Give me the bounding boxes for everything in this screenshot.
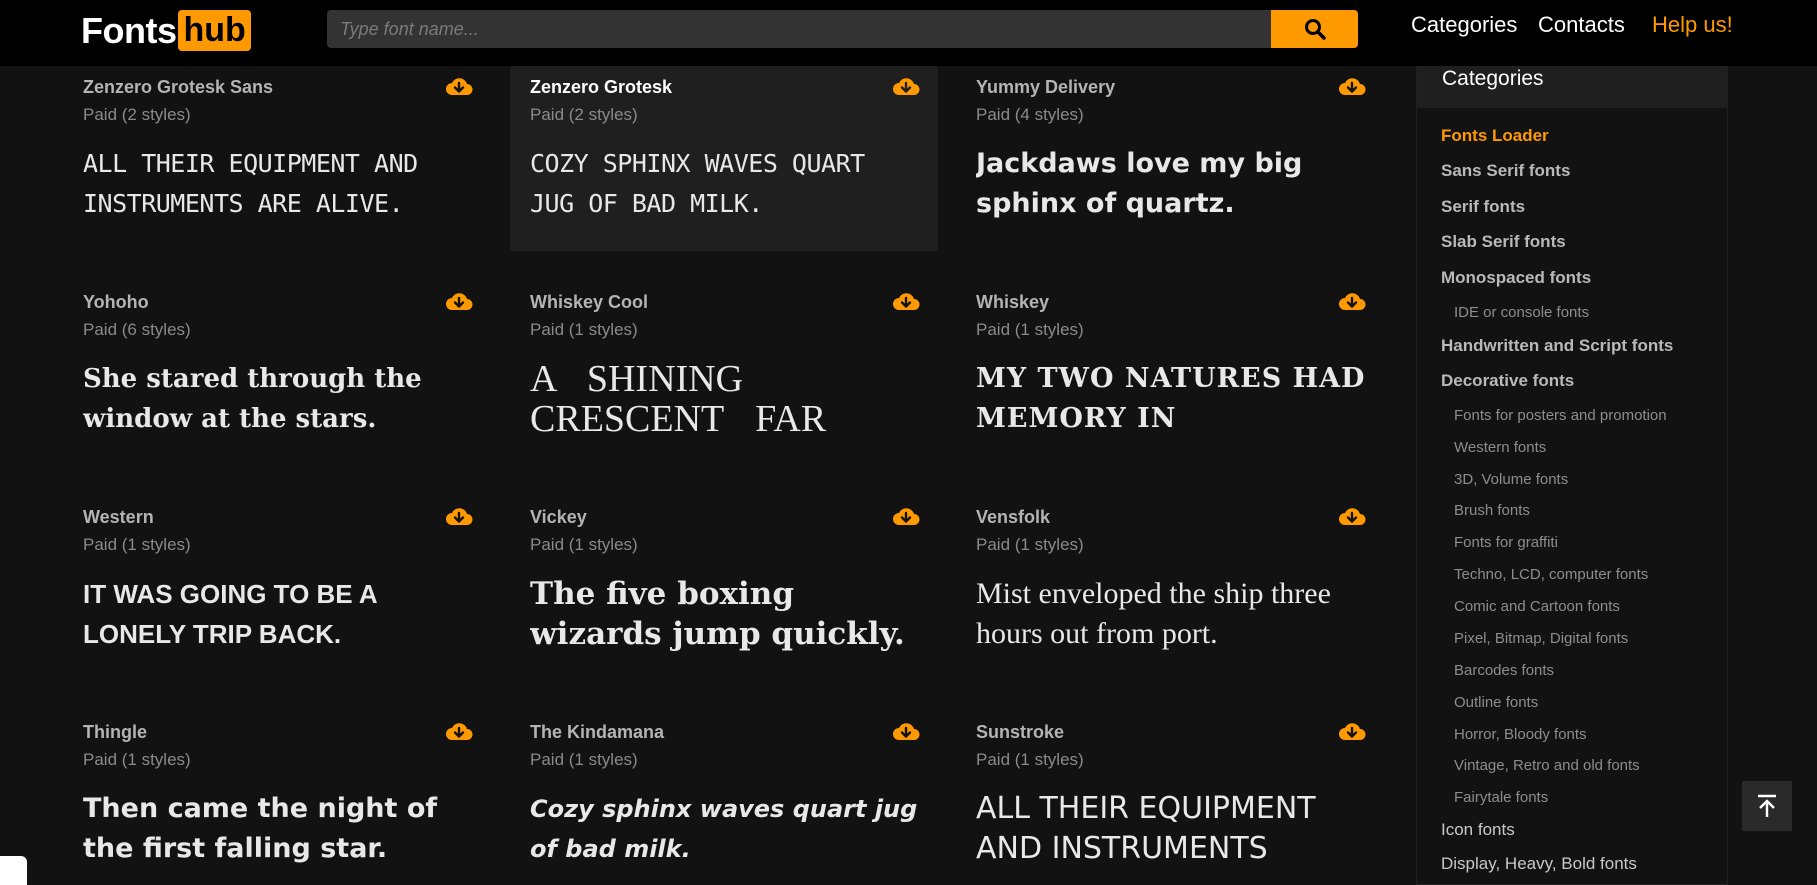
- font-meta: Paid (6 styles): [83, 320, 191, 339]
- category-fairytale[interactable]: Fairytale fonts: [1454, 789, 1548, 806]
- font-meta: Paid (1 styles): [530, 750, 638, 769]
- category-display-heavy-bold[interactable]: Display, Heavy, Bold fonts: [1441, 854, 1637, 874]
- category-icon-fonts[interactable]: Icon fonts: [1441, 820, 1515, 840]
- category-monospaced[interactable]: Monospaced fonts: [1441, 268, 1591, 288]
- font-preview: ALL THEIR EQUIPMENT AND INSTRUMENTS: [976, 791, 1316, 866]
- font-name[interactable]: Vensfolk: [976, 507, 1050, 528]
- font-card[interactable]: Zenzero Grotesk Sans Paid (2 styles) ALL…: [63, 66, 491, 254]
- cloud-download-icon[interactable]: [892, 506, 920, 528]
- font-meta: Paid (1 styles): [976, 535, 1084, 554]
- category-outline[interactable]: Outline fonts: [1454, 694, 1538, 711]
- font-preview: Mist enveloped the ship three hours out …: [976, 577, 1331, 650]
- font-name[interactable]: Zenzero Grotesk Sans: [83, 77, 273, 98]
- font-name[interactable]: Zenzero Grotesk: [530, 77, 672, 98]
- font-meta: Paid (2 styles): [530, 105, 638, 124]
- cloud-download-icon[interactable]: [445, 76, 473, 98]
- font-preview: Then came the night of the first falling…: [83, 793, 438, 864]
- cloud-download-icon[interactable]: [892, 721, 920, 743]
- font-meta: Paid (1 styles): [530, 320, 638, 339]
- font-card[interactable]: Thingle Paid (1 styles) Then came the ni…: [63, 711, 491, 885]
- font-name[interactable]: Thingle: [83, 722, 147, 743]
- top-header: Fonts hub Categories Contacts Help us!: [0, 0, 1817, 66]
- font-name[interactable]: Yummy Delivery: [976, 77, 1115, 98]
- arrow-up-to-top-icon: [1758, 794, 1776, 817]
- font-preview: She stared through the window at the sta…: [83, 364, 422, 434]
- category-handwritten-script[interactable]: Handwritten and Script fonts: [1441, 336, 1673, 356]
- font-preview: MY TWO NATURES HAD MEMORY IN: [976, 363, 1366, 434]
- font-name[interactable]: The Kindamana: [530, 722, 664, 743]
- nav-help-us[interactable]: Help us!: [1652, 12, 1733, 38]
- category-barcodes[interactable]: Barcodes fonts: [1454, 662, 1554, 679]
- font-card[interactable]: Yummy Delivery Paid (4 styles) Jackdaws …: [956, 66, 1384, 254]
- font-card[interactable]: Sunstroke Paid (1 styles) ALL THEIR EQUI…: [956, 711, 1384, 885]
- font-meta: Paid (1 styles): [83, 535, 191, 554]
- cloud-download-icon[interactable]: [1338, 291, 1366, 313]
- font-meta: Paid (1 styles): [976, 320, 1084, 339]
- font-preview: IT WAS GOING TO BE A LONELY TRIP BACK.: [83, 579, 377, 649]
- font-name[interactable]: Whiskey Cool: [530, 292, 648, 313]
- font-meta: Paid (1 styles): [83, 750, 191, 769]
- sidebar-title: Categories: [1417, 66, 1727, 108]
- font-card[interactable]: Whiskey Paid (1 styles) MY TWO NATURES H…: [956, 281, 1384, 469]
- category-serif[interactable]: Serif fonts: [1441, 197, 1525, 217]
- nav-categories[interactable]: Categories: [1411, 12, 1517, 38]
- cloud-download-icon[interactable]: [892, 291, 920, 313]
- category-graffiti[interactable]: Fonts for graffiti: [1454, 534, 1558, 551]
- font-name[interactable]: Sunstroke: [976, 722, 1064, 743]
- font-meta: Paid (1 styles): [530, 535, 638, 554]
- category-sans-serif[interactable]: Sans Serif fonts: [1441, 161, 1570, 181]
- category-horror-bloody[interactable]: Horror, Bloody fonts: [1454, 726, 1587, 743]
- cloud-download-icon[interactable]: [1338, 721, 1366, 743]
- cloud-download-icon[interactable]: [1338, 76, 1366, 98]
- category-posters-promotion[interactable]: Fonts for posters and promotion: [1454, 407, 1667, 424]
- font-meta: Paid (4 styles): [976, 105, 1084, 124]
- font-preview: Jackdaws love my big sphinx of quartz.: [976, 148, 1303, 219]
- font-name[interactable]: Whiskey: [976, 292, 1049, 313]
- category-3d-volume[interactable]: 3D, Volume fonts: [1454, 471, 1568, 488]
- category-brush[interactable]: Brush fonts: [1454, 502, 1530, 519]
- font-name[interactable]: Yohoho: [83, 292, 149, 313]
- font-meta: Paid (1 styles): [976, 750, 1084, 769]
- font-name[interactable]: Vickey: [530, 507, 587, 528]
- font-card[interactable]: Whiskey Cool Paid (1 styles) A SHINING C…: [510, 281, 938, 469]
- font-card[interactable]: Yohoho Paid (6 styles) She stared throug…: [63, 281, 491, 469]
- corner-widget[interactable]: [0, 856, 27, 885]
- font-card[interactable]: The Kindamana Paid (1 styles) Cozy sphin…: [510, 711, 938, 885]
- category-slab-serif[interactable]: Slab Serif fonts: [1441, 232, 1566, 252]
- category-comic-cartoon[interactable]: Comic and Cartoon fonts: [1454, 598, 1620, 615]
- font-card[interactable]: Vensfolk Paid (1 styles) Mist enveloped …: [956, 496, 1384, 684]
- font-preview: A SHINING CRESCENT FAR BENEATH THE: [530, 359, 827, 437]
- font-meta: Paid (2 styles): [83, 105, 191, 124]
- font-card[interactable]: Vickey Paid (1 styles) The five boxing w…: [510, 496, 938, 684]
- font-card[interactable]: Zenzero Grotesk Paid (2 styles) COZY SPH…: [510, 66, 938, 251]
- category-techno-lcd[interactable]: Techno, LCD, computer fonts: [1454, 566, 1648, 583]
- font-preview: Cozy sphinx waves quart jug of bad milk.: [530, 795, 918, 863]
- cloud-download-icon[interactable]: [445, 506, 473, 528]
- cloud-download-icon[interactable]: [445, 291, 473, 313]
- font-preview: ALL THEIR EQUIPMENT AND INSTRUMENTS ARE …: [83, 149, 418, 218]
- font-preview: COZY SPHINX WAVES QUART JUG OF BAD MILK.: [530, 149, 865, 218]
- category-vintage-retro[interactable]: Vintage, Retro and old fonts: [1454, 757, 1640, 774]
- cloud-download-icon[interactable]: [445, 721, 473, 743]
- cloud-download-icon[interactable]: [892, 76, 920, 98]
- font-card[interactable]: Western Paid (1 styles) IT WAS GOING TO …: [63, 496, 491, 684]
- main-nav: Categories Contacts Help us!: [0, 12, 1817, 40]
- category-pixel-bitmap[interactable]: Pixel, Bitmap, Digital fonts: [1454, 630, 1628, 647]
- font-name[interactable]: Western: [83, 507, 154, 528]
- cloud-download-icon[interactable]: [1338, 506, 1366, 528]
- category-ide-console[interactable]: IDE or console fonts: [1454, 304, 1589, 321]
- category-western[interactable]: Western fonts: [1454, 439, 1546, 456]
- back-to-top-button[interactable]: [1742, 781, 1792, 831]
- category-decorative[interactable]: Decorative fonts: [1441, 371, 1574, 391]
- category-fonts-loader[interactable]: Fonts Loader: [1441, 126, 1549, 146]
- nav-contacts[interactable]: Contacts: [1538, 12, 1625, 38]
- font-preview: The five boxing wizards jump quickly.: [530, 576, 905, 652]
